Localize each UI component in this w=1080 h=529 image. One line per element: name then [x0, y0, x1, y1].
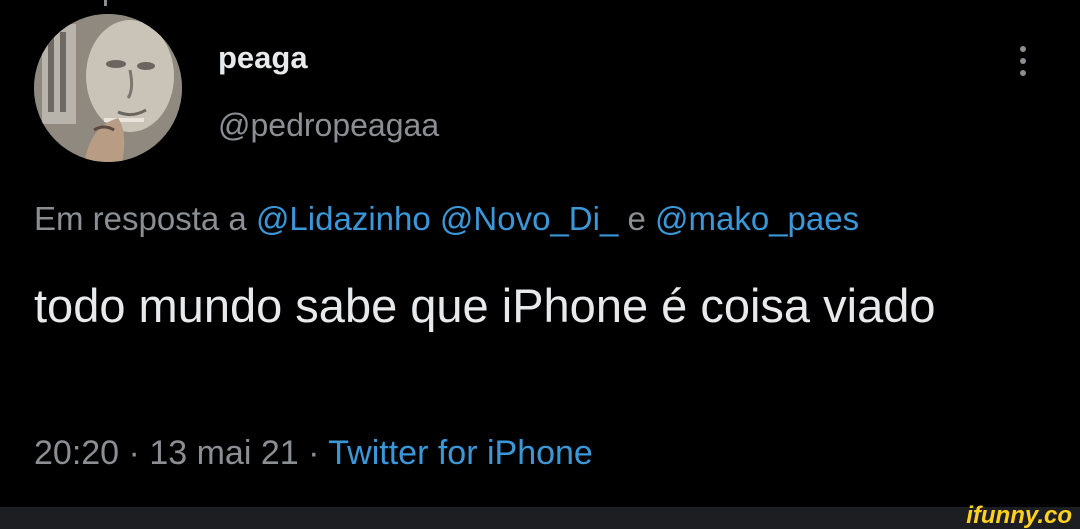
- divider: [104, 0, 107, 6]
- user-handle[interactable]: @pedropeagaa: [218, 107, 439, 144]
- watermark-logo: ifunny.co: [966, 502, 1072, 529]
- avatar[interactable]: [34, 14, 182, 162]
- tweet-card: peaga @pedropeagaa Em resposta a @Lidazi…: [0, 0, 1080, 529]
- meta-separator: ·: [308, 434, 320, 472]
- bottom-bar: [0, 507, 1080, 529]
- mention-link[interactable]: @Lidazinho: [256, 200, 431, 237]
- mention-link[interactable]: @mako_paes: [655, 200, 859, 237]
- tweet-metadata: 20:20 · 13 mai 21 · Twitter for iPhone: [34, 434, 593, 473]
- more-options-button[interactable]: [1010, 40, 1036, 82]
- avatar-image: [34, 14, 182, 162]
- tweet-source-link[interactable]: Twitter for iPhone: [328, 434, 593, 472]
- display-name[interactable]: peaga: [218, 40, 308, 76]
- reply-context: Em resposta a @Lidazinho @Novo_Di_ e @ma…: [34, 200, 859, 238]
- mention-link[interactable]: @Novo_Di_: [440, 200, 618, 237]
- tweet-date[interactable]: 13 mai 21: [149, 434, 298, 472]
- tweet-text: todo mundo sabe que iPhone é coisa viado: [34, 279, 936, 332]
- meta-separator: ·: [128, 434, 140, 472]
- reply-prefix: Em resposta a: [34, 200, 247, 237]
- mention-joiner: e: [627, 200, 646, 237]
- more-vertical-icon: [1020, 46, 1026, 76]
- tweet-time[interactable]: 20:20: [34, 434, 119, 472]
